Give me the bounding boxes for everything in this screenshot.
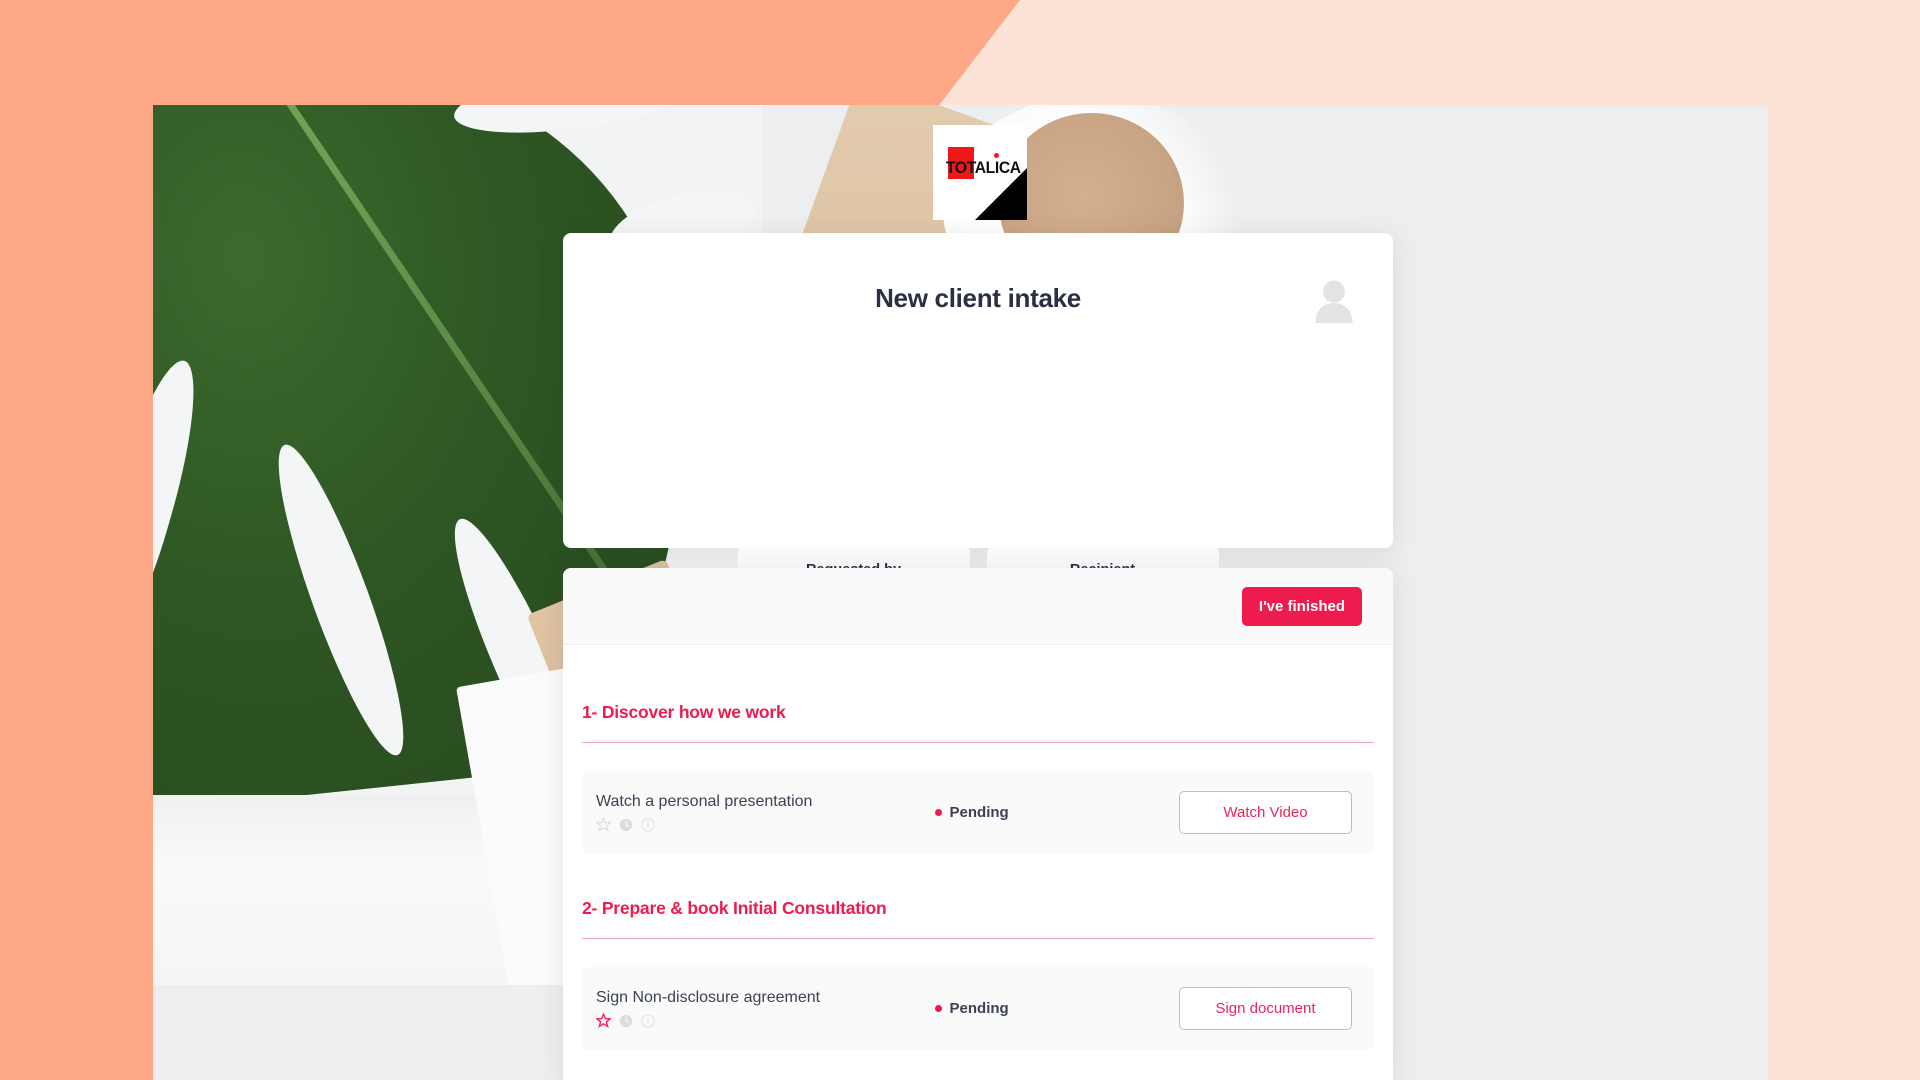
logo-wordmark: TOTALICA [946, 158, 1021, 177]
task-badges [596, 817, 935, 832]
clock-icon[interactable] [619, 818, 633, 832]
watch-video-button[interactable]: Watch Video [1179, 791, 1352, 834]
star-icon[interactable] [596, 817, 611, 832]
task-title: Watch a personal presentation [596, 793, 813, 810]
tasks-toolbar: I've finished [563, 568, 1393, 645]
brand-logo: TOTALICA [933, 125, 1027, 220]
tasks-card: I've finished 1- Discover how we work Wa… [563, 568, 1393, 1080]
star-icon[interactable] [596, 1013, 611, 1028]
task-status: Pending [934, 1000, 1179, 1017]
section-divider [582, 742, 1374, 743]
header-card: New client intake Requested by Totalica … [563, 233, 1393, 732]
task-action: Sign document [1179, 987, 1352, 1030]
status-text: Pending [949, 1000, 1009, 1017]
task-badges [596, 1013, 935, 1028]
info-circle-icon[interactable] [641, 1013, 655, 1028]
ive-finished-button[interactable]: I've finished [1241, 586, 1362, 626]
info-circle-icon[interactable] [641, 817, 655, 832]
task-status: Pending [934, 804, 1179, 821]
task-action: Watch Video [1179, 791, 1352, 834]
section-heading: 1- Discover how we work [582, 702, 786, 722]
task-info: Watch a personal presentation [596, 793, 935, 832]
status-text: Pending [949, 804, 1009, 821]
task-title: Sign Non-disclosure agreement [596, 989, 821, 1006]
person-avatar-icon[interactable] [1313, 279, 1355, 323]
task-section: 2- Prepare & book Initial Consultation S… [582, 854, 1374, 1050]
task-row: Sign Non-disclosure agreement Pending Si… [582, 967, 1374, 1050]
status-dot [934, 809, 942, 816]
status-dot [934, 1005, 942, 1012]
section-heading: 2- Prepare & book Initial Consultation [582, 898, 887, 918]
tasks-body: 1- Discover how we work Watch a personal… [563, 645, 1393, 1050]
task-section: 1- Discover how we work Watch a personal… [582, 645, 1374, 854]
task-info: Sign Non-disclosure agreement [596, 989, 935, 1028]
clock-icon[interactable] [619, 1014, 633, 1028]
section-divider [582, 938, 1374, 939]
task-row: Watch a personal presentation Pending Wa… [582, 771, 1374, 854]
page-title: New client intake [875, 283, 1081, 313]
sign-document-button[interactable]: Sign document [1179, 987, 1352, 1030]
